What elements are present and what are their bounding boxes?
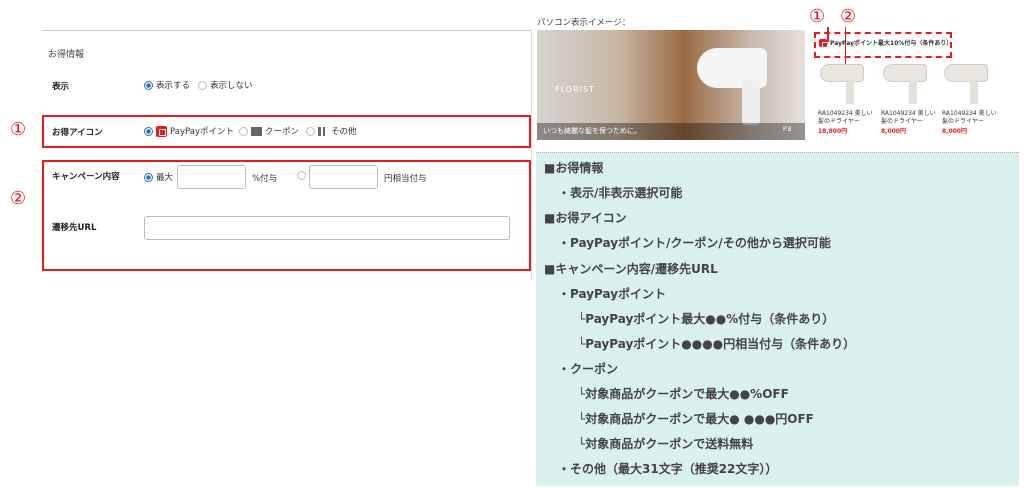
radio-icon [297,171,306,180]
product-image-handle [909,80,917,104]
display-hide-radio[interactable]: 表示しない [198,79,253,91]
product-image [944,64,988,82]
percent-unit: %付与 [252,174,278,184]
deal-badge[interactable]: PayPayポイント最大10%付与（条件あり） [819,38,952,49]
display-show-radio[interactable]: 表示する [144,79,190,91]
url-input[interactable] [144,216,510,240]
info-line: ■キャンペーン内容/遷移先URL [544,262,718,276]
product-image-handle [970,80,978,104]
product-card[interactable]: RA1049234 美しい髪のドライヤー 8,000円 [881,64,941,135]
info-line: └PayPayポイント●●●●円相当付与（条件あり） [578,337,856,351]
coupon-icon [251,126,262,136]
product-price: 18,800円 [818,128,848,135]
campaign-yen-radio[interactable] [297,171,306,180]
marker-two: ② [10,188,27,209]
radio-selected-icon [144,172,153,182]
info-line: ・その他（最大31文字（推奨22文字）） [558,462,778,476]
brand-logo: FLORIST [555,85,595,94]
info-line: ・PayPayポイント/クーポン/その他から選択可能 [558,236,831,250]
marker-one: ① [10,119,27,140]
icon-coupon-radio[interactable]: クーポン [239,125,299,137]
info-line: ■お得アイコン [544,211,627,225]
radio-icon [306,126,315,136]
info-line: ・クーポン [558,362,619,376]
radio-selected-icon [144,80,153,90]
info-line: └対象商品がクーポンで最大● ●●●円OFF [578,412,814,426]
hero-banner[interactable]: FLORIST いつも綺麗な髪を保つために。 P.8 [537,30,805,140]
product-name: RA1049234 美しい髪のドライヤー [881,110,936,125]
paypay-icon [819,38,829,49]
product-image-handle [846,80,854,104]
icon-label: お得アイコン [52,128,103,138]
preview-marker-two: ② [840,6,857,27]
percent-input[interactable] [177,165,246,189]
display-label: 表示 [52,82,70,92]
campaign-max-radio[interactable]: 最大 [144,171,173,183]
info-panel: ■お得情報 ・表示/非表示選択可能 ■お得アイコン ・PayPayポイント/クー… [536,152,1019,486]
icon-other-radio[interactable]: その他 [306,125,357,137]
icon-paypay-radio[interactable]: PayPayポイント [144,125,234,137]
paypay-icon [156,125,167,137]
radio-icon [198,80,207,90]
hero-page: P.8 [783,126,792,133]
preview-label: パソコン表示イメージ： [537,18,631,28]
product-card[interactable]: RA1049234 美しい髪のドライヤー 8,000円 [942,64,1002,135]
info-line: ・PayPayポイント [558,287,667,301]
section-title: お得情報 [48,50,85,60]
product-name: RA1049234 美しい髪のドライヤー [818,110,873,125]
campaign-label: キャンペーン内容 [52,172,120,182]
radio-selected-icon [144,126,153,136]
hero-caption: いつも綺麗な髪を保つために。 [543,127,641,135]
dryer-handle [742,80,760,125]
product-name: RA1049234 美しい髪のドライヤー [942,110,997,125]
preview-marker-one: ① [809,6,826,27]
radio-icon [239,126,248,136]
url-label: 遷移先URL [52,223,97,233]
yen-unit: 円相当付与 [384,174,427,184]
info-line: └対象商品がクーポンで送料無料 [578,437,754,451]
info-line: └対象商品がクーポンで最大●●%OFF [578,387,789,401]
info-line: ■お得情報 [544,161,604,175]
other-icon [318,126,328,136]
info-line: ・表示/非表示選択可能 [558,186,683,200]
product-card[interactable]: RA1049234 美しい髪のドライヤー 18,800円 [818,64,878,135]
product-price: 8,000円 [942,128,967,135]
product-image [820,64,864,82]
info-line: └PayPayポイント最大●●%付与（条件あり） [578,312,835,326]
product-price: 8,000円 [881,128,906,135]
yen-input[interactable] [309,165,378,189]
product-image [883,64,927,82]
